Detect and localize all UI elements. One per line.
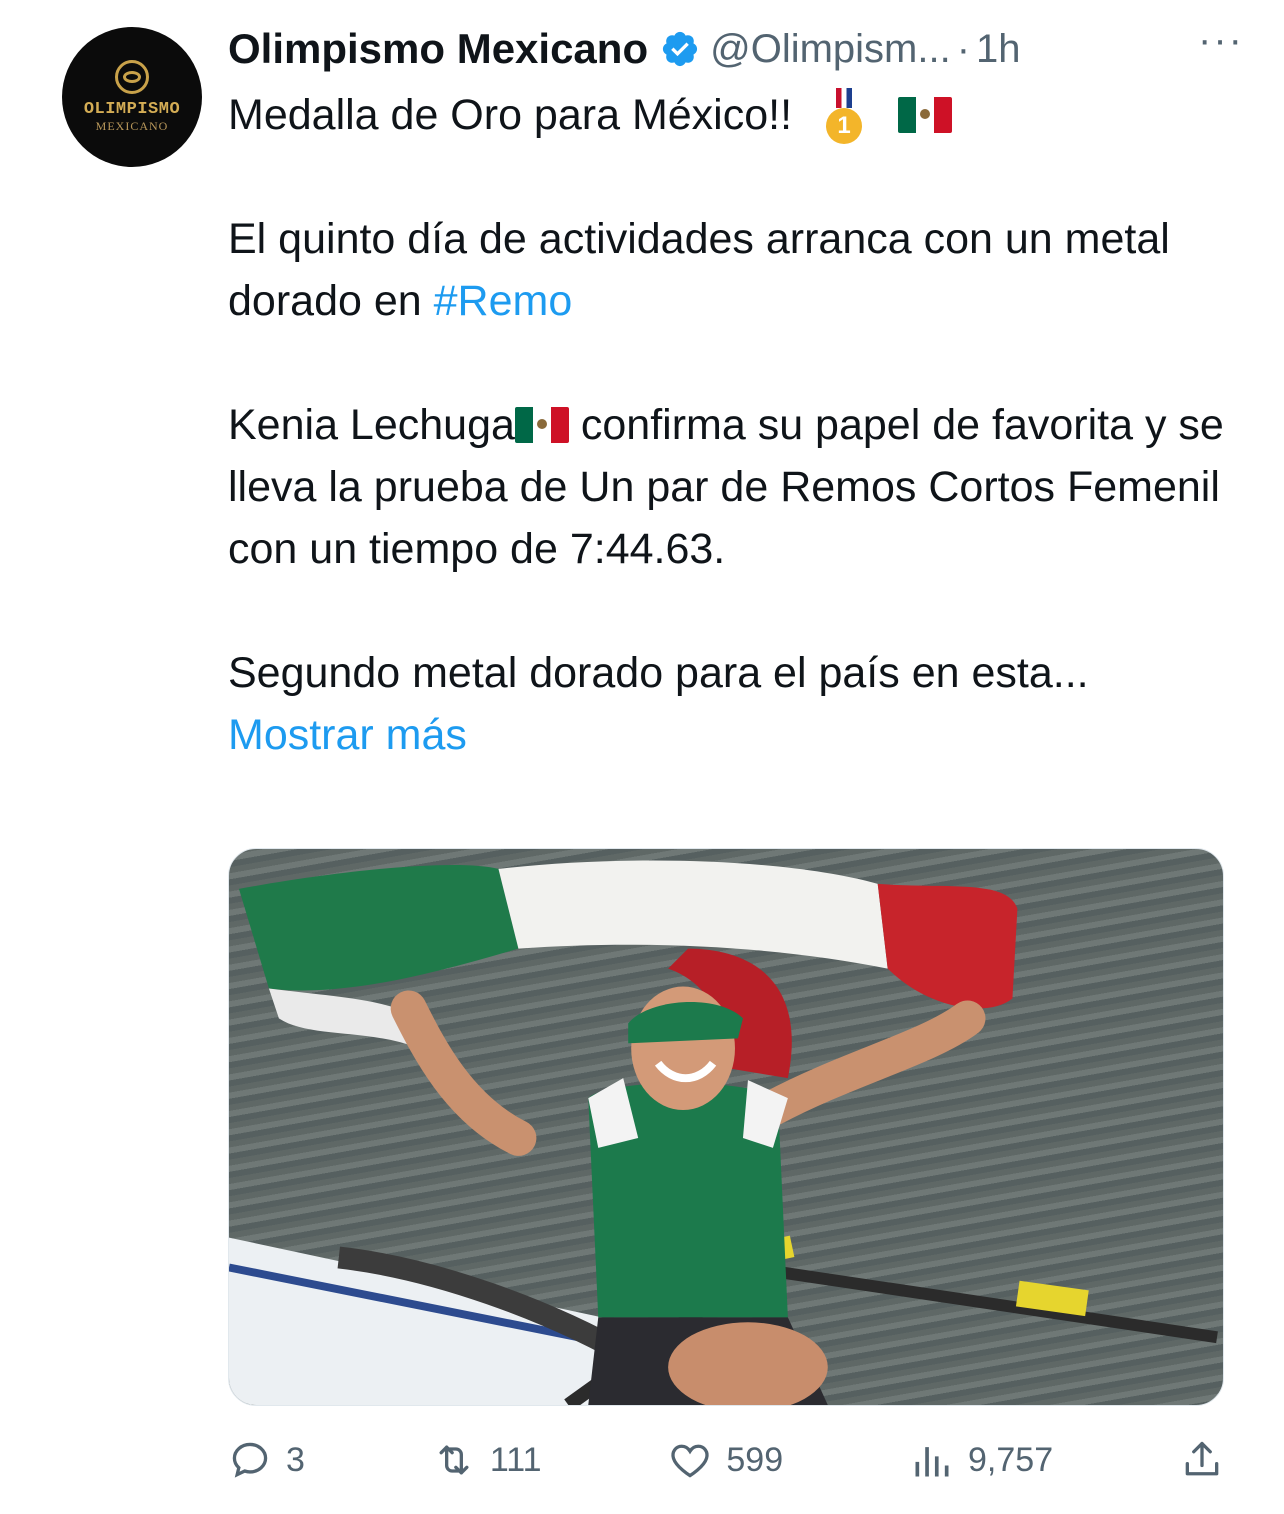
views-button[interactable]: 9,757: [910, 1438, 1053, 1482]
paragraph-4-text: Segundo metal dorado para el país en est…: [228, 649, 1089, 697]
tweet-text: Medalla de Oro para México!! 1 El quinto…: [228, 84, 1228, 766]
paragraph-2-text: El quinto día de actividades arranca con…: [228, 215, 1170, 325]
separator-dot: ·: [956, 26, 971, 71]
rower-with-flag-photo: [229, 860, 1218, 1405]
retweet-count: 111: [489, 1440, 542, 1479]
olympic-ring-logo-icon: [115, 60, 149, 94]
tweet-headline: Medalla de Oro para México!!: [228, 91, 793, 139]
analytics-bars-icon: [915, 1447, 949, 1477]
verified-badge-icon: [663, 31, 698, 67]
show-more-link[interactable]: Mostrar más: [228, 711, 467, 759]
avatar-brand-line1: OLIMPISMO: [83, 100, 181, 119]
tweet-paragraph-2: El quinto día de actividades arranca con…: [228, 208, 1228, 332]
retweet-button[interactable]: 111: [432, 1438, 542, 1482]
author-handle[interactable]: @Olimpism...: [710, 27, 951, 72]
like-count: 599: [726, 1440, 784, 1479]
share-icon: [1185, 1441, 1219, 1476]
reply-button[interactable]: 3: [228, 1438, 305, 1482]
athlete-name-text: Kenia Lechuga: [228, 401, 515, 449]
views-count: 9,757: [968, 1440, 1054, 1479]
retweet-icon: [439, 1445, 469, 1475]
avatar-brand-line2: MEXICANO: [95, 119, 169, 133]
avatar[interactable]: OLIMPISMO MEXICANO: [62, 27, 202, 167]
tweet-line1: Medalla de Oro para México!! 1: [228, 84, 1228, 146]
tweet-timestamp[interactable]: 1h: [976, 27, 1021, 72]
tweet-photo[interactable]: [228, 848, 1224, 1406]
mexico-flag-icon: [897, 97, 952, 133]
tweet-paragraph-3: Kenia Lechuga confirma su papel de favor…: [228, 394, 1228, 580]
tweet-header: Olimpismo Mexicano @Olimpism... · 1h ···: [228, 20, 1244, 76]
reply-count: 3: [286, 1440, 305, 1479]
mexico-flag-icon: [514, 407, 569, 443]
tweet-paragraph-4: Segundo metal dorado para el país en est…: [228, 642, 1228, 766]
reply-icon: [232, 1442, 268, 1478]
author-name[interactable]: Olimpismo Mexicano: [228, 25, 648, 73]
like-button[interactable]: 599: [668, 1438, 783, 1482]
heart-icon: [671, 1444, 710, 1478]
gold-medal-icon: 1: [826, 88, 862, 144]
tweet-actions-bar: 3 111 599 9,757: [228, 1430, 1224, 1490]
more-options-icon[interactable]: ···: [1198, 20, 1244, 60]
share-button[interactable]: [1180, 1438, 1224, 1482]
hashtag-link[interactable]: #Remo: [434, 277, 573, 325]
